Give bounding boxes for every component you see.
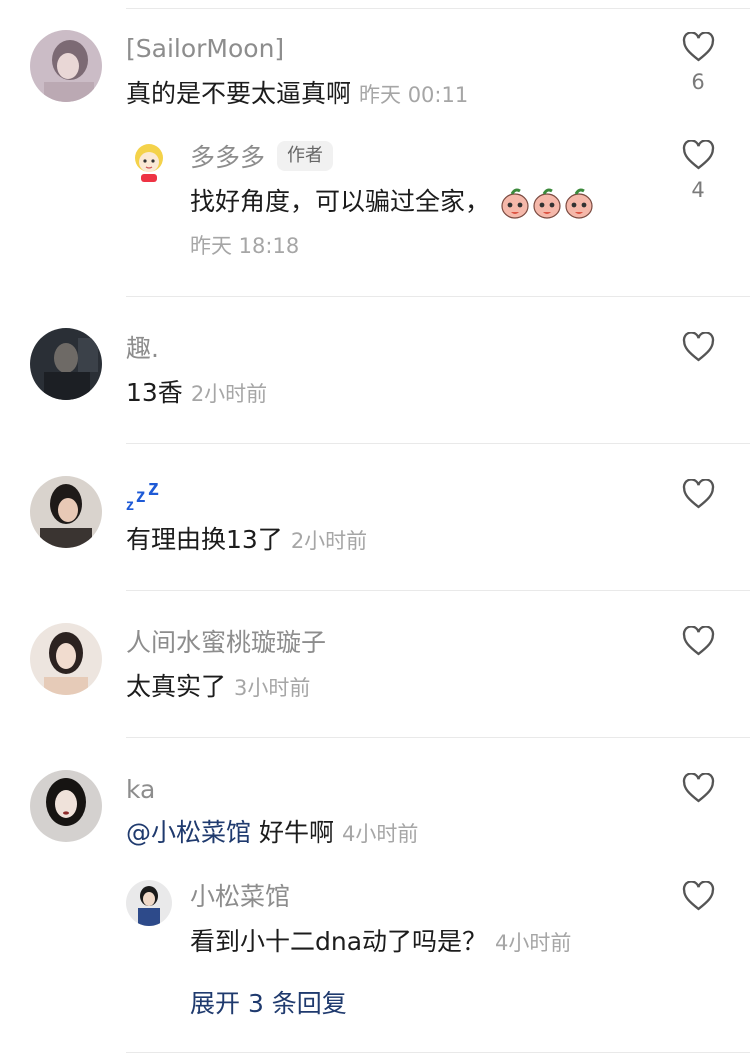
like-button[interactable] xyxy=(676,479,720,509)
comment-text: @小松菜馆 好牛啊 4小时前 xyxy=(126,820,418,845)
comment-body: 太真实了 xyxy=(126,672,227,701)
heart-icon xyxy=(682,140,714,170)
mention-link[interactable]: @小松菜馆 xyxy=(126,818,251,847)
comment-divider xyxy=(126,443,750,444)
reply-time: 昨天 18:18 xyxy=(190,234,300,258)
comment-time: 4小时前 xyxy=(341,822,419,846)
comment-text: 太真实了 3小时前 xyxy=(126,674,310,699)
username[interactable]: ka xyxy=(126,777,155,802)
comment-divider xyxy=(126,737,750,738)
username[interactable]: 多多多 作者 xyxy=(190,141,334,174)
peach-face-emoji-icon xyxy=(532,186,562,220)
avatar[interactable] xyxy=(126,138,172,184)
avatar[interactable] xyxy=(30,623,102,695)
reply-text: 看到小十二dna动了吗是？ 4小时前 xyxy=(190,929,571,954)
like-button[interactable] xyxy=(676,332,720,362)
avatar[interactable] xyxy=(30,30,102,102)
comment-body: 有理由换13了 xyxy=(126,525,283,554)
username[interactable]: zzz xyxy=(126,475,164,516)
like-count: 4 xyxy=(691,178,705,202)
svg-text:z: z xyxy=(148,478,159,500)
reply-body: 找好角度，可以骗过全家， xyxy=(190,187,491,216)
like-count: 6 xyxy=(691,70,705,94)
reply-text: 找好角度，可以骗过全家， xyxy=(190,186,594,220)
avatar[interactable] xyxy=(30,328,102,400)
peach-face-emoji-icon xyxy=(500,186,530,220)
like-button[interactable] xyxy=(676,773,720,803)
like-button[interactable] xyxy=(676,626,720,656)
reply-body: 看到小十二dna动了吗是？ xyxy=(190,927,488,956)
comment-body: 真的是不要太逼真啊 xyxy=(126,79,352,108)
comment-text: 真的是不要太逼真啊 昨天 00:11 xyxy=(126,81,468,106)
username[interactable]: 小松菜馆 xyxy=(190,884,290,909)
comment-body: 13香 xyxy=(126,378,183,407)
comment-text: 有理由换13了 2小时前 xyxy=(126,527,367,552)
heart-icon xyxy=(682,32,714,62)
comment-body: 好牛啊 xyxy=(258,818,334,847)
like-button[interactable] xyxy=(676,881,720,911)
username[interactable]: 人间水蜜桃璇璇子 xyxy=(126,630,326,655)
expand-replies-button[interactable]: 展开 3 条回复 xyxy=(190,991,347,1016)
comment-time: 昨天 00:11 xyxy=(359,83,469,107)
comment-time: 2小时前 xyxy=(290,529,368,553)
zzz-icon: zzz xyxy=(126,475,159,514)
heart-icon xyxy=(682,881,714,911)
heart-icon xyxy=(682,479,714,509)
avatar[interactable] xyxy=(30,770,102,842)
comment-divider xyxy=(126,296,750,297)
comment-text: 13香 2小时前 xyxy=(126,380,267,405)
author-tag: 作者 xyxy=(277,141,334,171)
username[interactable]: 趣. xyxy=(126,336,159,361)
heart-icon xyxy=(682,626,714,656)
comment-time: 3小时前 xyxy=(234,676,311,700)
avatar[interactable] xyxy=(30,476,102,548)
svg-text:z: z xyxy=(136,486,146,507)
comment-divider xyxy=(126,1052,750,1053)
comment-divider xyxy=(126,590,750,591)
peach-face-emoji-icon xyxy=(564,186,594,220)
avatar[interactable] xyxy=(126,880,172,926)
heart-icon xyxy=(682,773,714,803)
comment-time: 2小时前 xyxy=(190,382,268,406)
like-button[interactable]: 4 xyxy=(676,140,720,201)
heart-icon xyxy=(682,332,714,362)
reply-time: 4小时前 xyxy=(495,931,572,955)
top-divider xyxy=(126,8,750,9)
svg-text:z: z xyxy=(126,497,134,512)
like-button[interactable]: 6 xyxy=(676,32,720,93)
username[interactable]: [SailorMoon] xyxy=(126,36,284,61)
